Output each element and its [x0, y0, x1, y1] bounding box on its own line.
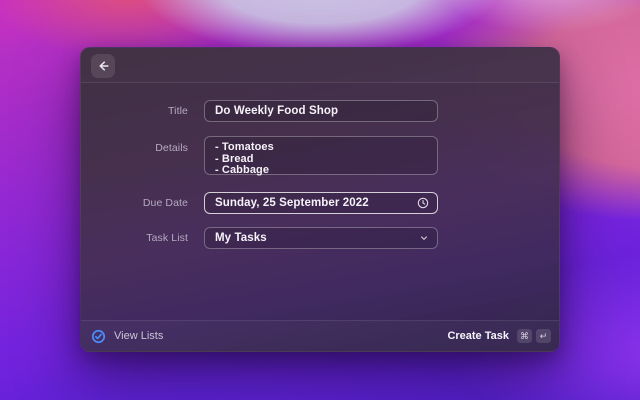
view-lists-label: View Lists: [114, 330, 164, 342]
view-lists-button[interactable]: View Lists: [91, 329, 163, 344]
details-value: - Tomatoes - Bread - Cabbage: [215, 142, 274, 176]
desktop-wallpaper: Title Do Weekly Food Shop Details - Toma…: [0, 0, 640, 400]
chevron-down-icon: [419, 233, 429, 243]
details-label: Details: [155, 142, 188, 154]
cmd-keycap: ⌘: [517, 329, 532, 343]
clock-icon: [417, 197, 429, 209]
details-textarea[interactable]: - Tomatoes - Bread - Cabbage: [204, 136, 438, 176]
due-date-value: Sunday, 25 September 2022: [215, 197, 369, 209]
due-date-input[interactable]: Sunday, 25 September 2022: [204, 192, 438, 214]
form-row-due-date: Due Date Sunday, 25 September 2022: [97, 192, 438, 214]
window-footer: View Lists Create Task ⌘ ↵: [81, 320, 559, 351]
form-row-details: Details - Tomatoes - Bread - Cabbage: [97, 136, 438, 176]
return-keycap: ↵: [536, 329, 551, 343]
task-list-select[interactable]: My Tasks: [204, 227, 438, 249]
title-input[interactable]: Do Weekly Food Shop: [204, 100, 438, 122]
window-titlebar: [81, 48, 559, 83]
form-row-task-list: Task List My Tasks: [97, 227, 438, 249]
due-date-label: Due Date: [142, 197, 188, 209]
task-list-value: My Tasks: [215, 232, 267, 244]
title-value: Do Weekly Food Shop: [215, 105, 339, 117]
form-row-title: Title Do Weekly Food Shop: [97, 100, 438, 122]
task-list-label: Task List: [146, 232, 188, 244]
create-task-button[interactable]: Create Task: [447, 330, 509, 342]
back-arrow-icon: [99, 61, 109, 71]
create-task-window: Title Do Weekly Food Shop Details - Toma…: [80, 47, 560, 352]
create-task-action: Create Task ⌘ ↵: [447, 329, 551, 343]
tasks-check-circle-icon: [91, 329, 106, 343]
back-button[interactable]: [91, 54, 115, 78]
title-label: Title: [168, 105, 188, 117]
